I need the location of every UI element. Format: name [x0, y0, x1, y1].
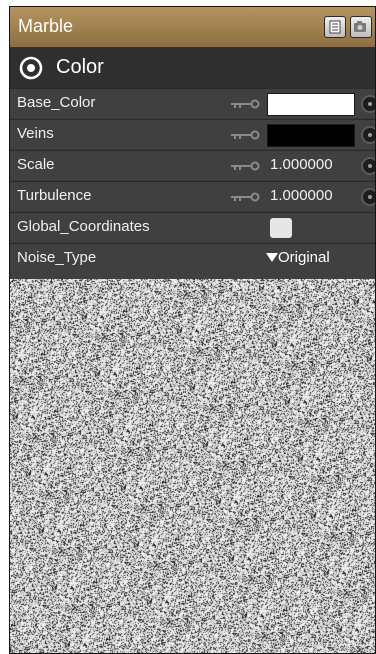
texture-knob[interactable] — [361, 95, 375, 113]
color-section-header[interactable]: Color — [10, 48, 375, 88]
color-swatch[interactable] — [267, 124, 355, 147]
panel-title: Marble — [18, 16, 74, 36]
color-swatch[interactable] — [267, 93, 355, 116]
camera-button[interactable] — [350, 16, 372, 38]
texture-knob[interactable] — [361, 157, 375, 175]
property-row-scale: Scale 1.000000 — [10, 150, 375, 180]
property-label: Veins — [17, 125, 54, 142]
section-label: Color — [56, 56, 104, 78]
property-row-veins: Veins — [10, 119, 375, 149]
key-icon[interactable] — [230, 130, 260, 140]
texture-knob[interactable] — [361, 188, 375, 206]
marble-noise-preview — [10, 279, 375, 653]
property-label: Scale — [17, 156, 55, 173]
property-row-base-color: Base_Color — [10, 88, 375, 118]
property-label: Noise_Type — [17, 249, 97, 266]
key-icon[interactable] — [230, 99, 260, 109]
triangle-down-icon — [266, 253, 278, 262]
camera-icon — [354, 21, 366, 32]
property-label: Global_Coordinates — [17, 218, 150, 235]
property-label: Turbulence — [17, 187, 92, 204]
property-label: Base_Color — [17, 94, 96, 111]
target-circle-icon — [19, 56, 43, 80]
texture-knob[interactable] — [361, 126, 375, 144]
key-icon[interactable] — [230, 192, 260, 202]
property-row-noise-type: Noise_Type Original — [10, 243, 375, 279]
noise-type-dropdown[interactable]: Original — [266, 249, 330, 266]
property-row-turbulence: Turbulence 1.000000 — [10, 181, 375, 211]
property-row-global-coordinates: Global_Coordinates — [10, 212, 375, 242]
noise-type-value: Original — [278, 249, 330, 266]
list-icon — [329, 20, 341, 34]
global-coordinates-checkbox[interactable] — [270, 218, 292, 238]
key-icon[interactable] — [230, 161, 260, 171]
scale-value[interactable]: 1.000000 — [270, 156, 333, 173]
material-preview — [10, 279, 375, 653]
panel-title-bar: Marble — [10, 7, 375, 48]
list-view-button[interactable] — [324, 16, 346, 38]
material-panel: Marble Color Base_Color Veins Scale 1.00… — [9, 6, 376, 654]
turbulence-value[interactable]: 1.000000 — [270, 187, 333, 204]
